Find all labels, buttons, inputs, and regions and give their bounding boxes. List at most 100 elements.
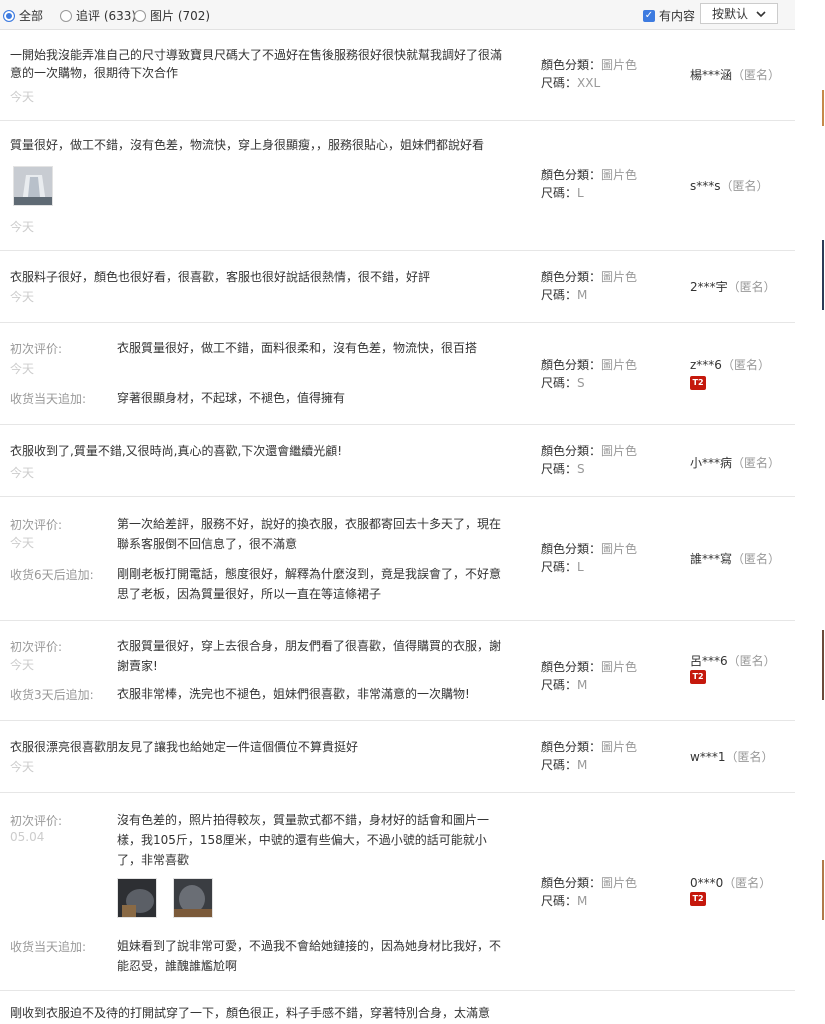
sku-size-value: M xyxy=(577,678,588,692)
sku-color-value: 圖片色 xyxy=(601,270,638,284)
sort-label: 按默认 xyxy=(711,7,748,21)
first-review-label: 初次评价: xyxy=(10,342,63,356)
filter-append-label: 追评 (633) xyxy=(76,9,137,23)
sku-info: 顏色分類：圖片色 尺碼：L xyxy=(541,166,637,202)
anonymous-tag: （匿名） xyxy=(732,456,781,470)
review-text: 剛收到衣服迫不及待的打開試穿了一下，顏色很正，料子手感不錯，穿著特別合身，太滿意 xyxy=(10,1006,491,1020)
append-label: 收货3天后追加: xyxy=(10,688,94,702)
reviewer: 誰***寫（匿名） xyxy=(690,550,780,567)
review-date: 05.04 xyxy=(10,830,45,844)
sku-color-value: 圖片色 xyxy=(601,740,638,754)
reviewer-name: 呂***6 xyxy=(690,654,728,668)
anonymous-tag: （匿名） xyxy=(720,179,769,193)
first-review-label: 初次评价: xyxy=(10,640,63,654)
review-item: 一開始我沒能弄准自己的尺寸導致寶貝尺碼大了不過好在售後服務很好很快就幫我調好了很… xyxy=(0,30,795,121)
review-item: 初次评价: 今天 衣服質量很好，穿上去很合身，朋友們看了很喜歡，值得購買的衣服，… xyxy=(0,620,795,721)
page-edge xyxy=(820,0,825,1024)
sku-size-label: 尺碼： xyxy=(541,758,578,772)
sku-info: 顏色分類：圖片色 尺碼：M xyxy=(541,268,637,304)
review-date: 今天 xyxy=(10,536,35,550)
review-photo-thumbnail[interactable] xyxy=(117,878,157,918)
review-item: 衣服收到了,質量不錯,又很時尚,真心的喜歡,下次還會繼續光顧! 今天 顏色分類：… xyxy=(0,424,795,497)
sku-info: 顏色分類：圖片色 尺碼：M xyxy=(541,874,637,910)
review-date: 今天 xyxy=(10,90,35,104)
checkbox-checked-icon: ✓ xyxy=(643,9,655,22)
radio-icon xyxy=(60,9,72,22)
filter-pictures-label: 图片 (702) xyxy=(150,9,211,23)
anonymous-tag: （匿名） xyxy=(727,280,776,294)
has-content-label: 有内容 xyxy=(659,9,696,23)
sku-info: 顏色分類：圖片色 尺碼：M xyxy=(541,738,637,774)
sku-color-label: 顏色分類： xyxy=(541,444,602,458)
sku-info: 顏色分類：圖片色 尺碼：M xyxy=(541,658,637,694)
reviewer-name: 小***病 xyxy=(690,456,733,470)
sku-color-value: 圖片色 xyxy=(601,168,638,182)
sku-size-value: XXL xyxy=(577,76,601,90)
reviewer-name: z***6 xyxy=(690,358,722,372)
anonymous-tag: （匿名） xyxy=(725,750,774,764)
sku-size-label: 尺碼： xyxy=(541,186,578,200)
sku-color-value: 圖片色 xyxy=(601,358,638,372)
review-date: 今天 xyxy=(10,220,35,234)
sku-size-label: 尺碼： xyxy=(541,376,578,390)
review-photo-thumbnail[interactable] xyxy=(13,166,53,206)
review-date: 今天 xyxy=(10,362,35,376)
review-item: 質量很好，做工不錯，沒有色差，物流快，穿上身很顯瘦，，服務很貼心，姐妹們都說好看… xyxy=(0,120,795,251)
review-photo-thumbnail[interactable] xyxy=(173,878,213,918)
reviewer: s***s（匿名） xyxy=(690,177,769,194)
first-review-text: 沒有色差的，照片拍得較灰，質量款式都不錯，身材好的話會和圖片一樣，我105斤，1… xyxy=(117,813,490,867)
anonymous-tag: （匿名） xyxy=(727,654,776,668)
sort-dropdown[interactable]: 按默认 xyxy=(700,3,778,24)
sku-size-value: M xyxy=(577,288,588,302)
review-date: 今天 xyxy=(10,290,35,304)
first-review-label: 初次评价: xyxy=(10,814,63,828)
review-text: 一開始我沒能弄准自己的尺寸導致寶貝尺碼大了不過好在售後服務很好很快就幫我調好了很… xyxy=(10,48,503,80)
sku-size-value: S xyxy=(577,462,585,476)
sku-color-label: 顏色分類： xyxy=(541,58,602,72)
append-review-text: 剛剛老板打開電話，態度很好，解釋為什麼沒到，竟是我誤會了，不好意思了老板，因為質… xyxy=(117,567,502,601)
review-text: 衣服收到了,質量不錯,又很時尚,真心的喜歡,下次還會繼續光顧! xyxy=(10,444,343,458)
review-item: 初次评价: 今天 衣服質量很好，做工不錯，面料很柔和，沒有色差，物流快，很百搭 … xyxy=(0,322,795,425)
filter-all[interactable]: 全部 xyxy=(3,7,43,24)
sku-info: 顏色分類：圖片色 尺碼：L xyxy=(541,540,637,576)
review-text: 質量很好，做工不錯，沒有色差，物流快，穿上身很顯瘦，，服務很貼心，姐妹們都說好看 xyxy=(10,138,485,152)
sku-size-label: 尺碼： xyxy=(541,76,578,90)
anonymous-tag: （匿名） xyxy=(732,68,781,82)
review-filter-bar: 全部 追评 (633) 图片 (702) ✓ 有内容 按默认 xyxy=(0,0,795,30)
sku-color-value: 圖片色 xyxy=(601,660,638,674)
append-review-text: 穿著很顯身材，不起球，不褪色，值得擁有 xyxy=(117,391,346,405)
sku-size-label: 尺碼： xyxy=(541,678,578,692)
sku-size-value: M xyxy=(577,758,588,772)
sku-size-value: M xyxy=(577,894,588,908)
sku-color-value: 圖片色 xyxy=(601,444,638,458)
sku-size-label: 尺碼： xyxy=(541,560,578,574)
reviewer-name: s***s xyxy=(690,179,721,193)
sku-color-value: 圖片色 xyxy=(601,58,638,72)
review-item: 初次评价: 05.04 沒有色差的，照片拍得較灰，質量款式都不錯，身材好的話會和… xyxy=(0,792,795,991)
reviewer-name: 0***0 xyxy=(690,876,724,890)
sku-color-label: 顏色分類： xyxy=(541,740,602,754)
has-content-checkbox[interactable]: ✓ 有内容 xyxy=(643,7,695,24)
append-review-text: 姐妹看到了說非常可愛，不過我不會給她鏈接的，因為她身材比我好，不能忍受，誰醜誰尷… xyxy=(117,939,502,973)
sku-color-value: 圖片色 xyxy=(601,876,638,890)
radio-checked-icon xyxy=(3,9,15,22)
sku-color-label: 顏色分類： xyxy=(541,358,602,372)
filter-append-reviews[interactable]: 追评 (633) xyxy=(60,7,136,24)
reviewer: 2***宇（匿名） xyxy=(690,278,776,295)
member-badge-icon: T2 xyxy=(690,892,706,906)
filter-all-label: 全部 xyxy=(19,9,44,23)
review-item: 初次评价: 今天 第一次給差評，服務不好，說好的換衣服，衣服都寄回去十多天了，現… xyxy=(0,496,795,621)
review-item: 衣服料子很好，顏色也很好看，很喜歡，客服也很好說話很熱情，很不錯，好評 今天 顏… xyxy=(0,250,795,323)
review-item: 衣服很漂亮很喜歡朋友見了讓我也給她定一件這個價位不算貴挺好 今天 顏色分類：圖片… xyxy=(0,720,795,793)
member-badge-icon: T2 xyxy=(690,670,706,684)
filter-pictures[interactable]: 图片 (702) xyxy=(134,7,210,24)
review-date: 今天 xyxy=(10,466,35,480)
review-text: 衣服很漂亮很喜歡朋友見了讓我也給她定一件這個價位不算貴挺好 xyxy=(10,740,359,754)
anonymous-tag: （匿名） xyxy=(723,876,772,890)
sku-color-label: 顏色分類： xyxy=(541,168,602,182)
append-label: 收货6天后追加: xyxy=(10,568,94,582)
append-review-text: 衣服非常棒，洗完也不褪色，姐妹們很喜歡，非常滿意的一次購物! xyxy=(117,687,470,701)
review-text: 衣服料子很好，顏色也很好看，很喜歡，客服也很好說話很熱情，很不錯，好評 xyxy=(10,270,431,284)
sku-size-value: S xyxy=(577,376,585,390)
first-review-text: 衣服質量很好，做工不錯，面料很柔和，沒有色差，物流快，很百搭 xyxy=(117,341,478,355)
